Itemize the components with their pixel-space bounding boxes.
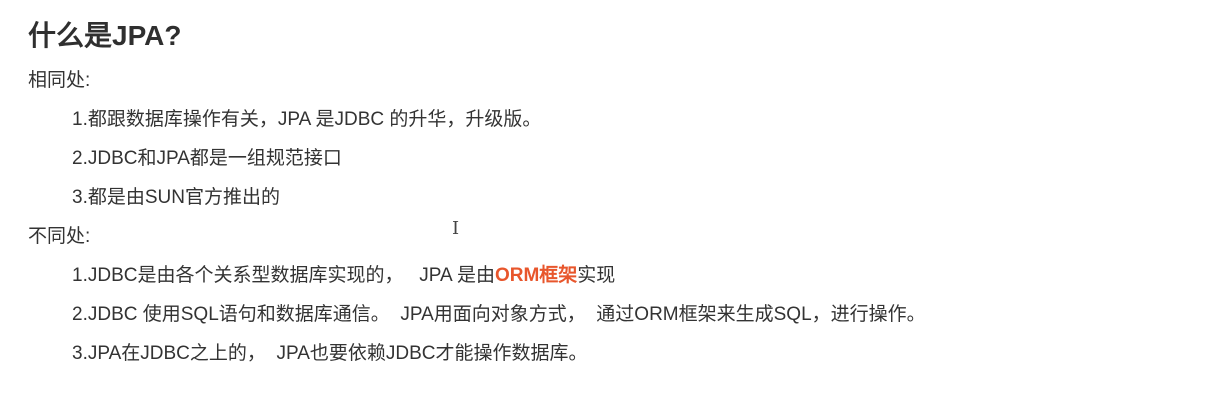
difference-1-suffix: 实现 xyxy=(577,265,616,286)
orm-framework-highlight: ORM框架 xyxy=(494,265,578,286)
text-cursor-icon: I xyxy=(452,218,460,239)
difference-3: 3.JPA在JDBC之上的， JPA也要依赖JDBC才能操作数据库。 xyxy=(72,341,1197,367)
difference-2: 2.JDBC 使用SQL语句和数据库通信。 JPA用面向对象方式， 通过ORM框… xyxy=(72,302,1197,328)
page-title: 什么是JPA? xyxy=(28,20,182,51)
difference-1: 1.JDBC是由各个关系型数据库实现的， JPA 是由ORM框架实现 xyxy=(72,263,1197,289)
document-body: 什么是JPA? 相同处: 1.都跟数据库操作有关，JPA 是JDBC 的升华，升… xyxy=(28,16,1197,380)
same-point-2: 2.JDBC和JPA都是一组规范接口 xyxy=(72,148,342,169)
differences-heading: 不同处: xyxy=(28,226,91,247)
same-point-1: 1.都跟数据库操作有关，JPA 是JDBC 的升华，升级版。 xyxy=(72,109,542,130)
difference-1-text: 1.JDBC是由各个关系型数据库实现的， JPA 是由 xyxy=(72,265,495,286)
same-point-3: 3.都是由SUN官方推出的 xyxy=(72,187,280,208)
difference-3-text: 3.JPA在JDBC之上的， JPA也要依赖JDBC才能操作数据库。 xyxy=(72,343,588,364)
same-points-heading: 相同处: xyxy=(28,70,91,91)
difference-2-text: 2.JDBC 使用SQL语句和数据库通信。 JPA用面向对象方式， 通过ORM框… xyxy=(72,304,926,325)
